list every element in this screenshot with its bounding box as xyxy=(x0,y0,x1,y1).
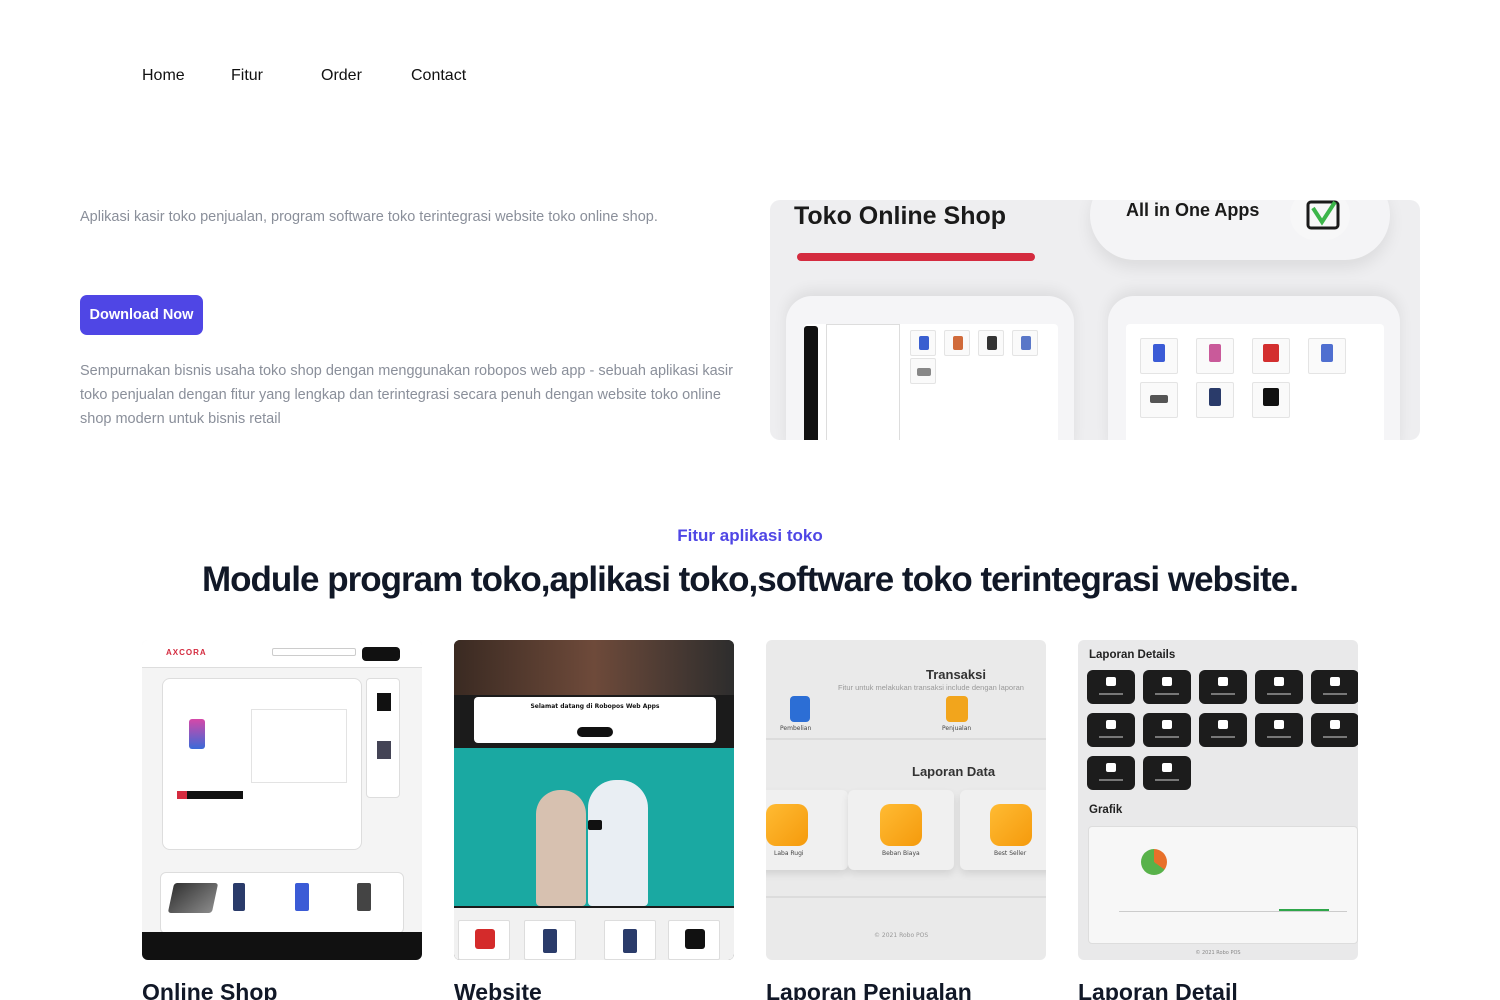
shop-screen-panel xyxy=(1108,296,1400,440)
transaksi-title: Transaksi xyxy=(926,667,986,682)
tile-label: Best Seller xyxy=(994,850,1027,857)
play-icon xyxy=(588,820,602,830)
features-eyebrow: Fitur aplikasi toko xyxy=(677,526,823,545)
tile-label: Laba Rugi xyxy=(774,850,804,857)
pembelian-icon xyxy=(1311,713,1358,747)
online-shop-thumbnail: AXCORA xyxy=(142,640,422,960)
report-tile: Beban Biaya xyxy=(848,790,954,870)
shop-screen xyxy=(1126,324,1384,440)
feature-card-laporan-detail[interactable]: Laporan Details Grafik © 2021 Robo POS L… xyxy=(1078,640,1358,1000)
divider xyxy=(766,738,1046,740)
grafik-heading: Grafik xyxy=(1089,804,1123,816)
best-seller-icon xyxy=(1143,670,1191,704)
laporan-details-heading: Laporan Details xyxy=(1089,649,1176,661)
staff-icon xyxy=(1143,756,1191,790)
expired-stok-icon xyxy=(1255,670,1303,704)
feature-card-title: Laporan Penjualan xyxy=(766,979,972,1000)
supplier-icon xyxy=(1087,756,1135,790)
grafik-chart xyxy=(1088,826,1358,944)
feature-card-title: Online Shop xyxy=(142,979,278,1000)
recommendation-column xyxy=(366,678,400,798)
hero-tagline: Aplikasi kasir toko penjualan, program s… xyxy=(80,209,658,225)
website-thumbnail: Selamat datang di Robopos Web Apps xyxy=(454,640,734,960)
model-right xyxy=(588,780,648,906)
nav-contact-link[interactable]: Contact xyxy=(411,64,466,88)
tile-label: Beban Biaya xyxy=(882,850,920,857)
pie-marker xyxy=(1141,849,1167,875)
nav-home-link[interactable]: Home xyxy=(142,64,231,88)
hero-image: All in One Apps Toko Online Shop xyxy=(770,200,1420,440)
hero-description: Sempurnakan bisnis usaha toko shop denga… xyxy=(80,363,733,427)
copyright: © 2021 Robo POS xyxy=(1195,950,1241,956)
product-detail-box xyxy=(162,678,362,850)
shop-footer xyxy=(142,932,422,960)
feature-card-online-shop[interactable]: AXCORA Online Shop xyxy=(142,640,422,1000)
shop-logo: AXCORA xyxy=(166,648,207,657)
welcome-text: Selamat datang di Robopos Web Apps xyxy=(530,703,660,710)
top-nav: Home Fitur Order Contact xyxy=(142,64,466,88)
feature-card-website[interactable]: Selamat datang di Robopos Web Apps Websi… xyxy=(454,640,734,1000)
penjualan-icon xyxy=(946,696,968,722)
model-left xyxy=(536,790,586,906)
hero-image-title: Toko Online Shop xyxy=(794,202,1007,230)
shop-cart-button xyxy=(362,647,400,661)
stok-icon xyxy=(1087,670,1135,704)
divider xyxy=(766,896,1046,898)
laporan-data-title: Laporan Data xyxy=(912,764,996,779)
nav-fitur-link[interactable]: Fitur xyxy=(231,64,321,88)
other-products-row xyxy=(160,872,404,934)
hero-image-underline xyxy=(797,253,1035,261)
report-tile: Laba Rugi xyxy=(766,790,848,870)
shop-search-box xyxy=(272,648,356,656)
laba-rugi-icon xyxy=(1255,713,1303,747)
minim-stok-icon xyxy=(1199,670,1247,704)
penjualan-icon xyxy=(1143,713,1191,747)
hero-badge-text: All in One Apps xyxy=(1126,200,1260,220)
transaksi-subtitle: Fitur untuk melakukan transaksi include … xyxy=(838,683,1024,692)
pos-screen xyxy=(804,324,1058,440)
welcome-box: Selamat datang di Robopos Web Apps xyxy=(474,697,716,743)
pembelian-label: Pembelian xyxy=(780,725,812,732)
welcome-button xyxy=(577,727,613,737)
penjualan-label: Penjualan xyxy=(942,725,972,732)
download-now-button[interactable]: Download Now xyxy=(80,295,203,335)
laba-rugi-icon xyxy=(766,804,808,846)
laporan-detail-thumbnail: Laporan Details Grafik © 2021 Robo POS xyxy=(1078,640,1358,960)
monthly-icon xyxy=(1087,713,1135,747)
checkmark-icon xyxy=(1290,200,1350,240)
shop-header: AXCORA xyxy=(142,640,422,668)
feature-card-title: Laporan Detail xyxy=(1078,979,1238,1000)
pembelian-icon xyxy=(790,696,810,722)
pos-screen-panel xyxy=(786,296,1074,440)
feature-card-title: Website xyxy=(454,979,542,1000)
feature-card-laporan-penjualan[interactable]: Transaksi Fitur untuk melakukan transaks… xyxy=(766,640,1046,1000)
recommended-products xyxy=(454,908,734,960)
features-headline: Module program toko,aplikasi toko,softwa… xyxy=(202,560,1299,599)
best-seller-icon xyxy=(990,804,1032,846)
nav-order-link[interactable]: Order xyxy=(321,64,411,88)
laporan-penjualan-thumbnail: Transaksi Fitur untuk melakukan transaks… xyxy=(766,640,1046,960)
copyright: © 2021 Robo POS xyxy=(874,932,929,939)
produk-icon xyxy=(1311,670,1358,704)
hero-banner xyxy=(454,640,734,695)
report-tile: Best Seller xyxy=(960,790,1046,870)
beban-biaya-icon xyxy=(880,804,922,846)
pembayaran-icon xyxy=(1199,713,1247,747)
